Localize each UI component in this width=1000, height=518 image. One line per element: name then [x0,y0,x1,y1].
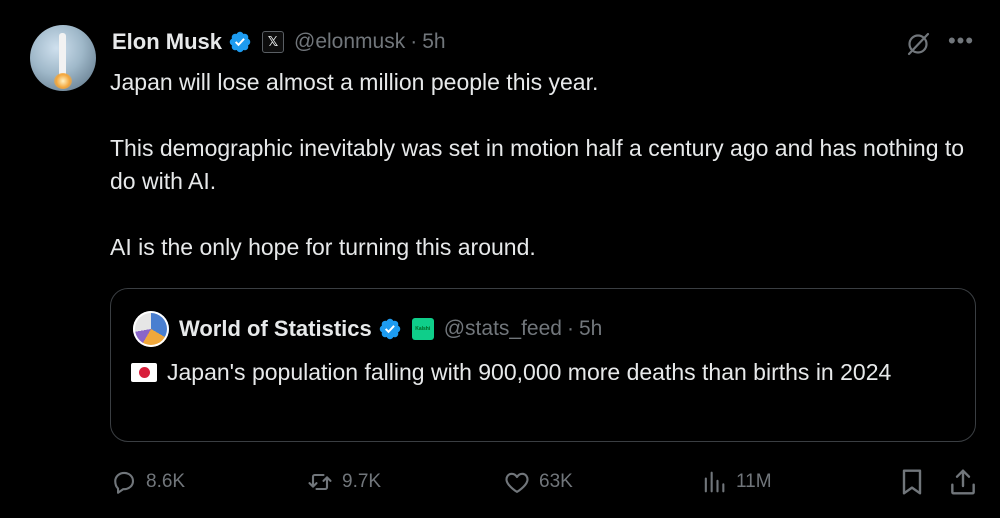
header-separator: · [410,30,418,53]
views-count: 11M [736,471,772,492]
quoted-post-header: World of Statistics Kalshi @stats_feed ·… [179,313,602,345]
repost-icon [308,473,332,491]
japan-flag-icon [131,363,157,382]
author-name[interactable]: Elon Musk [112,29,222,55]
reply-button[interactable]: 8.6K [110,466,185,498]
author-avatar[interactable] [30,25,96,91]
quoted-author-handle[interactable]: @stats_feed [444,317,562,341]
reply-icon [114,471,135,494]
post-header: Elon Musk 𝕏 @elonmusk · 5h [112,28,446,56]
post-text: Japan will lose almost a million people … [110,66,970,264]
like-count: 63K [539,471,573,492]
avatar-rocket [59,33,66,77]
verified-badge-icon[interactable] [378,317,402,341]
quoted-post-time[interactable]: 5h [579,317,602,341]
quoted-author-name[interactable]: World of Statistics [179,316,372,342]
post-paragraph: AI is the only hope for turning this aro… [110,234,536,260]
repost-button[interactable]: 9.7K [306,466,381,498]
post-paragraph: This demographic inevitably was set in m… [110,135,965,194]
post-time[interactable]: 5h [422,30,445,54]
verified-badge-icon[interactable] [228,30,252,54]
quoted-post-body: Japan's population falling with 900,000 … [167,359,892,385]
avatar-flame [54,73,72,89]
views-icon [704,471,725,493]
post-paragraph: Japan will lose almost a million people … [110,69,599,95]
quoted-post[interactable]: World of Statistics Kalshi @stats_feed ·… [110,288,976,442]
share-icon[interactable] [947,466,979,498]
views-button[interactable]: 11M [700,466,772,498]
quoted-author-avatar[interactable] [133,311,169,347]
header-separator: · [566,317,574,340]
author-handle[interactable]: @elonmusk [294,30,405,54]
affiliate-badge[interactable]: Kalshi [411,318,434,340]
bookmark-icon[interactable] [896,466,928,498]
like-icon [505,472,529,493]
reply-count: 8.6K [146,471,186,492]
like-button[interactable]: 63K [503,466,573,498]
repost-count: 9.7K [342,471,382,492]
grok-icon[interactable] [904,30,932,58]
x-affiliation-badge[interactable]: 𝕏 [262,31,285,53]
more-icon[interactable]: ••• [946,30,976,58]
quoted-post-text: Japan's population falling with 900,000 … [131,356,961,389]
